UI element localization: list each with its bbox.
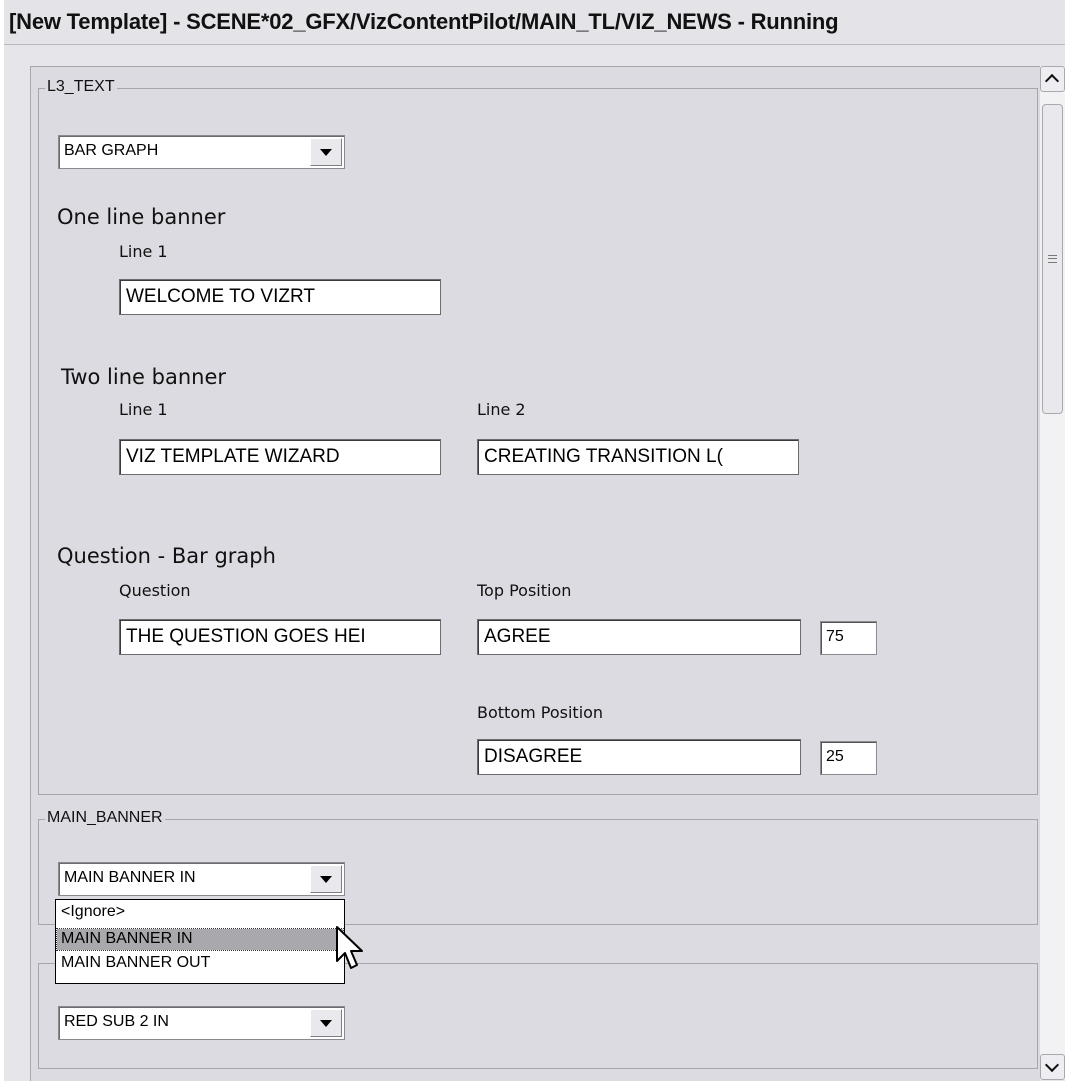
- bottom-position-number-value: 25: [826, 748, 844, 765]
- red-sub-dropdown-button[interactable]: [310, 1009, 342, 1037]
- main-banner-group-label: MAIN_BANNER: [45, 809, 165, 827]
- two-line-line1-field[interactable]: VIZ TEMPLATE WIZARD: [119, 439, 441, 475]
- main-banner-dropdown-button[interactable]: [310, 865, 342, 893]
- top-position-number[interactable]: 75: [820, 621, 877, 655]
- bottom-position-field[interactable]: DISAGREE: [477, 739, 801, 775]
- window-title: [New Template] - SCENE*02_GFX/VizContent…: [9, 9, 839, 34]
- grip-icon: [1048, 255, 1057, 263]
- top-position-value: AGREE: [484, 626, 551, 647]
- chevron-up-icon: [1044, 73, 1060, 89]
- scroll-up-button[interactable]: [1040, 66, 1065, 92]
- chevron-down-icon: [320, 1020, 332, 1027]
- two-line-line2-value: CREATING TRANSITION L(: [484, 446, 723, 467]
- title-bar: [New Template] - SCENE*02_GFX/VizContent…: [4, 0, 1065, 45]
- scroll-down-button[interactable]: [1040, 1054, 1065, 1080]
- one-line-line1-value: WELCOME TO VIZRT: [126, 286, 315, 307]
- l3-mode-dropdown-button[interactable]: [310, 138, 342, 166]
- red-sub-select[interactable]: RED SUB 2 IN: [58, 1006, 345, 1040]
- one-line-banner-heading: One line banner: [57, 205, 226, 229]
- top-position-label: Top Position: [477, 581, 572, 600]
- mouse-pointer-icon: [336, 926, 363, 969]
- red-sub-select-value: RED SUB 2 IN: [64, 1013, 169, 1030]
- main-banner-select-value: MAIN BANNER IN: [64, 869, 196, 886]
- top-position-field[interactable]: AGREE: [477, 619, 801, 655]
- top-position-number-value: 75: [826, 628, 844, 645]
- two-line-line2-label: Line 2: [477, 400, 526, 419]
- option-main-banner-in[interactable]: MAIN BANNER IN: [56, 928, 344, 951]
- question-value: THE QUESTION GOES HEI: [126, 626, 366, 647]
- l3-text-group-label: L3_TEXT: [45, 78, 117, 96]
- vertical-scrollbar[interactable]: [1040, 66, 1065, 1080]
- one-line-line1-label: Line 1: [119, 242, 168, 261]
- question-bar-graph-heading: Question - Bar graph: [57, 544, 276, 568]
- main-banner-select[interactable]: MAIN BANNER IN: [58, 862, 345, 896]
- question-field[interactable]: THE QUESTION GOES HEI: [119, 619, 441, 655]
- scroll-thumb[interactable]: [1042, 104, 1063, 414]
- two-line-banner-heading: Two line banner: [61, 365, 226, 389]
- question-label: Question: [119, 581, 191, 600]
- l3-mode-select-value: BAR GRAPH: [64, 142, 159, 159]
- chevron-down-icon: [320, 876, 332, 883]
- two-line-line2-field[interactable]: CREATING TRANSITION L(: [477, 439, 799, 475]
- bottom-position-number[interactable]: 25: [820, 741, 877, 775]
- bottom-position-label: Bottom Position: [477, 703, 604, 722]
- option-ignore[interactable]: <Ignore>: [57, 902, 343, 923]
- l3-mode-select[interactable]: BAR GRAPH: [58, 135, 345, 169]
- main-banner-options-list[interactable]: <Ignore> MAIN BANNER IN MAIN BANNER OUT: [55, 899, 345, 984]
- chevron-down-icon: [1044, 1057, 1060, 1073]
- option-main-banner-out[interactable]: MAIN BANNER OUT: [57, 953, 343, 974]
- two-line-line1-value: VIZ TEMPLATE WIZARD: [126, 446, 340, 467]
- chevron-down-icon: [320, 149, 332, 156]
- bottom-position-value: DISAGREE: [484, 746, 583, 767]
- one-line-line1-field[interactable]: WELCOME TO VIZRT: [119, 279, 441, 315]
- two-line-line1-label: Line 1: [119, 400, 168, 419]
